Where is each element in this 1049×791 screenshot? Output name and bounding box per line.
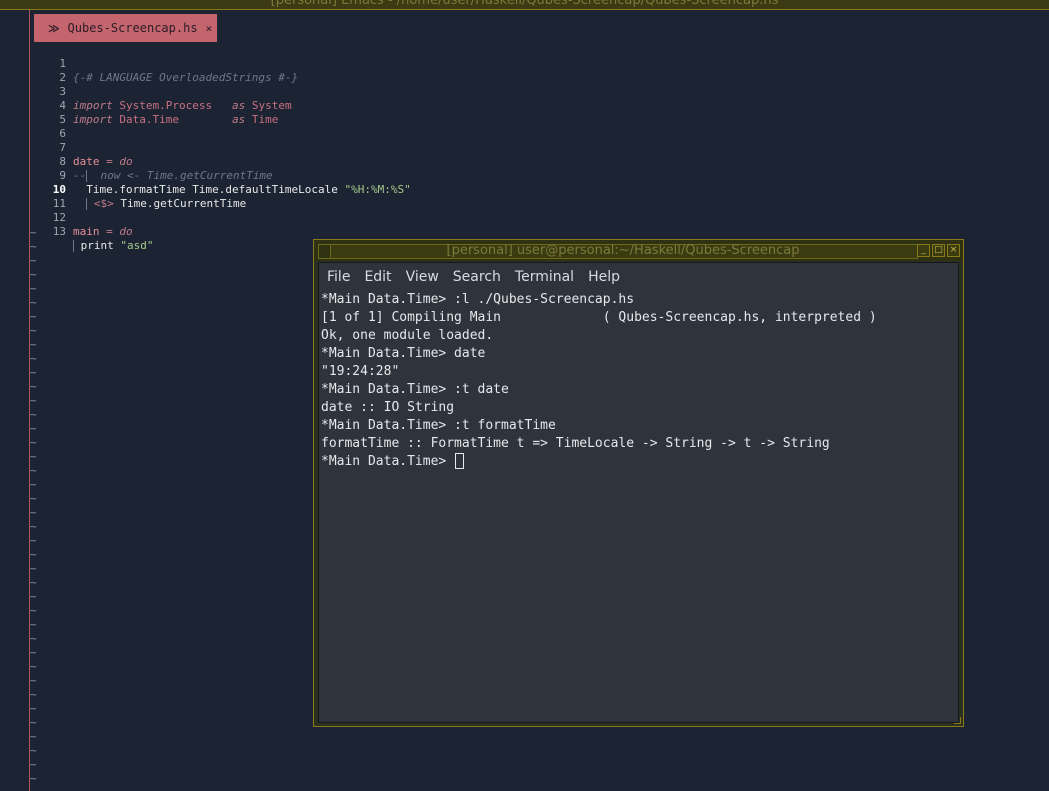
empty-line-marker: ~ [30, 646, 37, 659]
terminal-output-line: *Main Data.Time> date [321, 346, 486, 361]
empty-line-marker: ~ [30, 380, 37, 393]
terminal-title-bar[interactable]: [personal] user@personal:~/Haskell/Qubes… [314, 240, 963, 261]
code-line: 8 -- now <- Time.getCurrentTime [0, 141, 400, 182]
empty-line-marker: ~ [30, 590, 37, 603]
empty-line-marker: ~ [30, 744, 37, 757]
terminal-output-line: "19:24:28" [321, 364, 400, 379]
empty-line-marker: ~ [30, 688, 37, 701]
empty-line-marker: ~ [30, 520, 37, 533]
empty-line-marker: ~ [30, 702, 37, 715]
terminal-output-line: [1 of 1] Compiling Main ( Qubes-Screenca… [321, 310, 877, 325]
code-line: 3 import System.Process as System [0, 71, 400, 112]
minimize-button[interactable]: _ [917, 244, 930, 257]
text-cursor [455, 453, 465, 469]
emacs-title-bar[interactable]: [personal] Emacs - /home/user/Haskell/Qu… [0, 0, 1049, 10]
empty-line-marker: ~ [30, 310, 37, 323]
menu-file[interactable]: File [327, 267, 350, 287]
empty-line-marker: ~ [30, 338, 37, 351]
menu-search[interactable]: Search [453, 267, 501, 287]
terminal-output-line: *Main Data.Time> :l ./Qubes-Screencap.hs [321, 292, 635, 307]
code-line: 13 print "asd" [0, 211, 400, 252]
empty-line-marker: ~ [30, 324, 37, 337]
empty-line-marker: ~ [30, 422, 37, 435]
empty-line-marker: ~ [30, 716, 37, 729]
empty-line-marker: ~ [30, 254, 37, 267]
empty-line-marker: ~ [30, 758, 37, 771]
line-number: 13 [52, 225, 66, 238]
terminal-output-line: Ok, one module loaded. [321, 328, 494, 343]
empty-line-marker: ~ [30, 492, 37, 505]
resize-grip[interactable] [954, 717, 961, 724]
empty-line-marker: ~ [30, 604, 37, 617]
empty-line-marker: ~ [30, 436, 37, 449]
code-line: 10 <$> Time.getCurrentTime [0, 169, 400, 210]
code-line: 4 import Data.Time as Time [0, 85, 400, 126]
empty-line-marker: ~ [30, 534, 37, 547]
terminal-window[interactable]: [personal] user@personal:~/Haskell/Qubes… [313, 239, 964, 727]
code-line: 12 main = do [0, 197, 400, 238]
terminal-output-line: *Main Data.Time> :t date [321, 382, 509, 397]
empty-line-marker: ~ [30, 618, 37, 631]
tab-qubes-screencap[interactable]: ≫ Qubes-Screencap.hs × [34, 14, 217, 42]
menu-view[interactable]: View [406, 267, 439, 287]
empty-line-marker: ~ [30, 730, 37, 743]
empty-line-marker: ~ [30, 478, 37, 491]
empty-line-marker: ~ [30, 562, 37, 575]
terminal-output-line: formatTime :: FormatTime t => TimeLocale… [321, 436, 830, 451]
close-button[interactable]: × [947, 244, 960, 257]
empty-line-marker: ~ [30, 506, 37, 519]
code-line: 5 [0, 99, 400, 126]
emacs-window-title: [personal] Emacs - /home/user/Haskell/Qu… [270, 0, 779, 8]
empty-line-marker: ~ [30, 296, 37, 309]
terminal-body[interactable]: File Edit View Search Terminal Help *Mai… [318, 262, 959, 723]
terminal-title: [personal] user@personal:~/Haskell/Qubes… [446, 243, 800, 258]
empty-line-marker: ~ [30, 632, 37, 645]
empty-line-marker: ~ [30, 464, 37, 477]
menu-help[interactable]: Help [588, 267, 620, 287]
code-line: 6 [0, 113, 400, 140]
code-line: 11 [0, 183, 400, 210]
terminal-menubar: File Edit View Search Terminal Help [327, 267, 634, 287]
empty-line-marker: ~ [30, 548, 37, 561]
code-line: 2 [0, 57, 400, 84]
code-line: 9 Time.formatTime Time.defaultTimeLocale… [0, 155, 460, 196]
empty-line-marker: ~ [30, 240, 37, 253]
terminal-output-line: *Main Data.Time> :t formatTime [321, 418, 556, 433]
terminal-prompt-line[interactable]: *Main Data.Time> [321, 453, 465, 471]
close-icon[interactable]: × [206, 22, 213, 35]
menu-terminal[interactable]: Terminal [515, 267, 574, 287]
empty-line-marker: ~ [30, 366, 37, 379]
empty-line-marker: ~ [30, 352, 37, 365]
empty-line-marker: ~ [30, 226, 37, 239]
menu-edit[interactable]: Edit [364, 267, 391, 287]
empty-line-marker: ~ [30, 394, 37, 407]
empty-line-marker: ~ [30, 408, 37, 421]
tab-label: Qubes-Screencap.hs [67, 21, 198, 35]
empty-line-marker: ~ [30, 576, 37, 589]
empty-line-marker: ~ [30, 674, 37, 687]
haskell-icon: ≫ [48, 21, 60, 35]
code-line: 7 date = do [0, 127, 400, 168]
empty-line-marker: ~ [30, 268, 37, 281]
code-line: 1 {-# LANGUAGE OverloadedStrings #-} [0, 43, 400, 84]
empty-line-marker: ~ [30, 450, 37, 463]
empty-line-marker: ~ [30, 772, 37, 785]
empty-line-marker: ~ [30, 282, 37, 295]
terminal-output-line: date :: IO String [321, 400, 455, 415]
code-text: main = do [73, 225, 133, 238]
terminal-prompt: *Main Data.Time> [321, 454, 455, 469]
empty-line-marker: ~ [30, 660, 37, 673]
code-text: print "asd" [73, 239, 154, 253]
maximize-button[interactable]: □ [932, 244, 945, 257]
